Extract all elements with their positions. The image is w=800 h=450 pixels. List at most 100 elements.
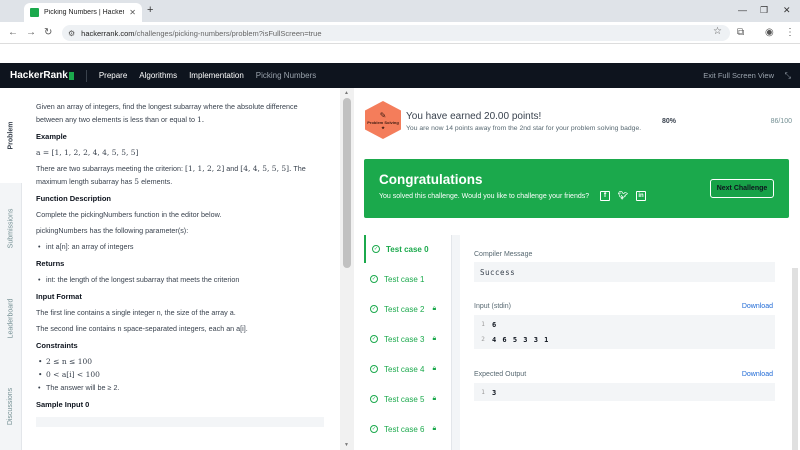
browser-tab[interactable]: Picking Numbers | HackerRank ✕ [24,3,142,22]
browser-tab-strip: Picking Numbers | HackerRank ✕ + — ❐ ✕ [0,0,800,22]
badge-glyph-icon: ✎ [379,110,387,120]
reload-icon[interactable]: ↻ [44,27,52,38]
compiler-message-value: Success [480,268,516,277]
check-icon: ✓ [370,425,378,433]
constraint-item: The answer will be ≥ 2. [36,381,326,394]
restore-icon[interactable]: ❐ [760,5,768,16]
congratulations-title: Congratulations [379,172,483,187]
problem-statement: Given an array of integers, find the lon… [22,88,340,450]
problem-scrollbar[interactable]: ▲ ▼ [340,88,354,450]
hackerrank-navbar: HackerRank Prepare Algorithms Implementa… [0,63,800,88]
bookmark-star-icon[interactable]: ☆ [713,26,722,37]
returns-list: int: the length of the longest subarray … [36,273,326,286]
side-tab-bar: Problem Submissions Leaderboard Discussi… [0,88,22,450]
url-host: hackerrank.com [81,28,135,38]
forward-icon[interactable]: → [26,27,36,38]
hackerrank-logo[interactable]: HackerRank [10,70,74,81]
test-case-item[interactable]: ✓ Test case 6 🔒︎ [364,415,452,443]
expected-download-link[interactable]: Download [742,371,773,378]
lock-icon: 🔒︎ [432,365,437,372]
input-format-line-1: The first line contains a single integer… [36,308,236,317]
minimize-icon[interactable]: — [738,5,747,15]
new-tab-icon[interactable]: + [147,4,153,16]
browser-toolbar: ← → ↻ ⚙ hackerrank.com/challenges/pickin… [0,22,800,44]
linkedin-icon[interactable]: in [636,191,646,201]
test-case-item[interactable]: ✓ Test case 4 🔒︎ [364,355,452,383]
problem-intro: Given an array of integers, find the lon… [36,102,298,124]
test-case-item[interactable]: ✓ Test case 1 [364,265,452,293]
test-case-item[interactable]: ✓ Test case 5 🔒︎ [364,385,452,413]
badge-progress-percent: 80% [662,118,677,125]
constraint-item: 0 < a[i] < 100 [36,368,326,381]
tab-title: Picking Numbers | HackerRank [44,9,124,16]
sample-input-box [36,417,324,427]
back-icon[interactable]: ← [8,27,18,38]
constraints-list: 2 ≤ n ≤ 100 0 < a[i] < 100 The answer wi… [36,355,326,394]
parameter-list: int a[n]: an array of integers [36,240,326,253]
compiler-message-label: Compiler Message [474,251,533,258]
badge-score: 86/100 [770,118,792,125]
check-icon: ✓ [370,275,378,283]
check-icon: ✓ [370,365,378,373]
twitter-icon[interactable]: 🐦︎ [618,191,628,201]
badge-star-icon: ★ [381,124,385,130]
test-case-item[interactable]: ✓ Test case 0 [364,235,452,263]
check-icon: ✓ [372,245,380,253]
tab-discussions[interactable]: Discussions [0,363,22,450]
sample-input-heading: Sample Input 0 [36,400,90,409]
input-box: 16 24 6 5 3 3 1 [474,315,775,349]
collapse-icon[interactable]: ⤡ [785,71,791,81]
lock-icon: 🔒︎ [432,305,437,312]
lock-icon: 🔒︎ [432,335,437,342]
lock-icon: 🔒︎ [432,395,437,402]
facebook-icon[interactable]: f [600,191,610,201]
nav-divider [85,69,87,82]
points-earned-message: You have earned 20.00 points! [406,111,542,122]
tab-leaderboard[interactable]: Leaderboard [0,273,22,363]
compiler-message-box: Success [474,262,775,282]
check-icon: ✓ [370,395,378,403]
example-heading: Example [36,132,67,141]
exit-full-screen-link[interactable]: Exit Full Screen View [703,71,774,80]
example-array: a = [1, 1, 2, 2, 4, 4, 5, 5, 5] [36,148,139,157]
expected-output-label: Expected Output [474,371,527,378]
test-case-result: Compiler Message Success Input (stdin) D… [460,235,789,450]
tab-problem[interactable]: Problem [0,88,22,183]
input-label: Input (stdin) [474,303,511,310]
nav-current-challenge: Picking Numbers [255,71,317,80]
test-case-item[interactable]: ✓ Test case 3 🔒︎ [364,325,452,353]
menu-icon[interactable]: ⋮ [785,27,795,38]
url-path: /challenges/picking-numbers/problem?isFu… [134,28,322,38]
parameters-text: pickingNumbers has the following paramet… [36,226,189,235]
extensions-icon[interactable]: ⧉ [737,27,744,38]
check-icon: ✓ [370,335,378,343]
close-tab-icon[interactable]: ✕ [129,8,136,17]
test-case-list: ✓ Test case 0 ✓ Test case 1 ✓ Test case 2 🔒︎… [364,235,452,450]
close-window-icon[interactable]: ✕ [783,5,791,16]
expected-output-box: 13 [474,383,775,401]
scroll-up-icon[interactable]: ▲ [344,90,349,96]
results-scrollbar[interactable] [792,268,798,450]
panel-gutter [452,235,460,450]
function-description-heading: Function Description [36,194,111,203]
next-challenge-button[interactable]: Next Challenge [710,179,774,198]
input-format-heading: Input Format [36,292,82,301]
input-download-link[interactable]: Download [742,303,773,310]
site-info-icon[interactable]: ⚙ [68,29,75,38]
scrollbar-thumb[interactable] [343,98,351,268]
expected-line: 13 [481,388,498,397]
scroll-down-icon[interactable]: ▼ [344,442,349,448]
input-line: 16 [481,320,498,329]
nav-algorithms[interactable]: Algorithms [139,71,177,80]
hackerrank-favicon-icon [30,8,39,17]
returns-heading: Returns [36,259,65,268]
address-bar[interactable]: ⚙ hackerrank.com/challenges/picking-numb… [62,25,730,41]
profile-icon[interactable]: ◉ [765,27,774,38]
nav-prepare[interactable]: Prepare [99,71,127,80]
tab-submissions[interactable]: Submissions [0,183,22,273]
test-case-item[interactable]: ✓ Test case 2 🔒︎ [364,295,452,323]
returns-item: int: the length of the longest subarray … [36,273,326,286]
results-pane: ✎ Problem Solving ★ You have earned 20.0… [356,88,800,450]
nav-implementation[interactable]: Implementation [189,71,244,80]
example-explanation: There are two subarrays meeting the crit… [36,164,306,186]
